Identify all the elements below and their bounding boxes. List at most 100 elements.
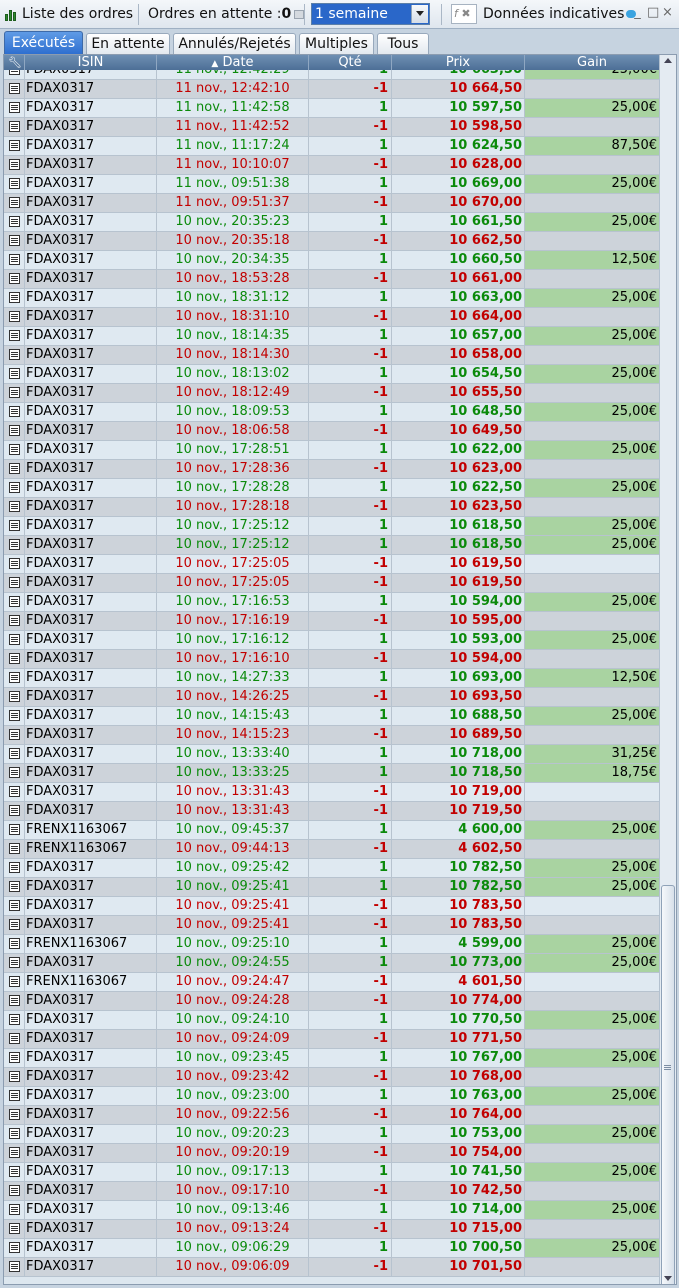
row-detail-cell[interactable]: [4, 289, 25, 307]
row-detail-cell[interactable]: [4, 1049, 25, 1067]
document-icon[interactable]: [9, 1261, 20, 1272]
table-row[interactable]: FDAX0317 10 nov., 14:27:33 1 10 693,00 12,50…: [4, 669, 659, 688]
document-icon[interactable]: [9, 235, 20, 246]
document-icon[interactable]: [9, 1185, 20, 1196]
document-icon[interactable]: [9, 957, 20, 968]
table-row[interactable]: FDAX0317 10 nov., 20:35:18 -1 10 662,50: [4, 232, 659, 251]
maximize-button[interactable]: □: [647, 6, 659, 20]
table-row[interactable]: FDAX0317 10 nov., 14:26:25 -1 10 693,50: [4, 688, 659, 707]
document-icon[interactable]: [9, 710, 20, 721]
row-detail-cell[interactable]: [4, 840, 25, 858]
document-icon[interactable]: [9, 425, 20, 436]
column-header-date[interactable]: ▲ Date: [157, 55, 309, 70]
table-row[interactable]: FDAX0317 10 nov., 18:12:49 -1 10 655,50: [4, 384, 659, 403]
document-icon[interactable]: [9, 292, 20, 303]
document-icon[interactable]: [9, 1109, 20, 1120]
table-row[interactable]: FDAX0317 11 nov., 09:51:38 1 10 669,00 25,00…: [4, 175, 659, 194]
scroll-down-icon[interactable]: [664, 1276, 672, 1281]
document-icon[interactable]: [9, 729, 20, 740]
document-icon[interactable]: [9, 539, 20, 550]
row-detail-cell[interactable]: [4, 99, 25, 117]
table-row[interactable]: FDAX0317 10 nov., 09:23:00 1 10 763,00 25,00…: [4, 1087, 659, 1106]
table-row[interactable]: FDAX0317 11 nov., 10:10:07 -1 10 628,00: [4, 156, 659, 175]
row-detail-cell[interactable]: [4, 498, 25, 516]
table-row[interactable]: FDAX0317 10 nov., 18:06:58 -1 10 649,50: [4, 422, 659, 441]
row-detail-cell[interactable]: [4, 954, 25, 972]
document-icon[interactable]: [9, 1071, 20, 1082]
row-detail-cell[interactable]: [4, 1011, 25, 1029]
row-detail-cell[interactable]: [4, 1182, 25, 1200]
table-row[interactable]: FDAX0317 10 nov., 17:16:12 1 10 593,00 25,00…: [4, 631, 659, 650]
table-row[interactable]: FDAX0317 10 nov., 14:15:23 -1 10 689,50: [4, 726, 659, 745]
table-row[interactable]: FDAX0317 10 nov., 18:09:53 1 10 648,50 25,00…: [4, 403, 659, 422]
row-detail-cell[interactable]: [4, 536, 25, 554]
scroll-up-icon[interactable]: [664, 58, 672, 63]
document-icon[interactable]: [9, 102, 20, 113]
table-row[interactable]: FDAX0317 10 nov., 09:06:29 1 10 700,50 25,00…: [4, 1239, 659, 1258]
row-detail-cell[interactable]: [4, 346, 25, 364]
row-detail-cell[interactable]: [4, 194, 25, 212]
row-detail-cell[interactable]: [4, 327, 25, 345]
row-detail-cell[interactable]: [4, 574, 25, 592]
document-icon[interactable]: [9, 159, 20, 170]
table-row[interactable]: FDAX0317 10 nov., 13:31:43 -1 10 719,50: [4, 802, 659, 821]
formula-icon[interactable]: f ✖: [451, 4, 477, 24]
document-icon[interactable]: [9, 596, 20, 607]
document-icon[interactable]: [9, 767, 20, 778]
table-row[interactable]: FDAX0317 10 nov., 09:23:45 1 10 767,00 25,00…: [4, 1049, 659, 1068]
table-row[interactable]: FDAX0317 10 nov., 17:16:10 -1 10 594,00: [4, 650, 659, 669]
row-detail-cell[interactable]: [4, 745, 25, 763]
row-detail-cell[interactable]: [4, 70, 25, 79]
row-detail-cell[interactable]: [4, 1125, 25, 1143]
row-detail-cell[interactable]: [4, 479, 25, 497]
document-icon[interactable]: [9, 121, 20, 132]
row-detail-cell[interactable]: [4, 1239, 25, 1257]
document-icon[interactable]: [9, 843, 20, 854]
document-icon[interactable]: [9, 786, 20, 797]
column-header-qty[interactable]: Qté: [309, 55, 392, 70]
row-detail-cell[interactable]: [4, 403, 25, 421]
document-icon[interactable]: [9, 577, 20, 588]
column-header-isin[interactable]: ISIN: [25, 55, 157, 70]
table-row[interactable]: FRENX1163067 10 nov., 09:45:37 1 4 600,00 25…: [4, 821, 659, 840]
document-icon[interactable]: [9, 70, 20, 75]
table-row[interactable]: FRENX1163067 10 nov., 09:44:13 -1 4 602,50: [4, 840, 659, 859]
tab-tous[interactable]: Tous: [377, 33, 429, 54]
row-detail-cell[interactable]: [4, 802, 25, 820]
row-detail-cell[interactable]: [4, 973, 25, 991]
table-row[interactable]: FDAX0317 10 nov., 13:31:43 -1 10 719,00: [4, 783, 659, 802]
document-icon[interactable]: [9, 1014, 20, 1025]
column-header-price[interactable]: Prix: [392, 55, 525, 70]
document-icon[interactable]: [9, 995, 20, 1006]
document-icon[interactable]: [9, 83, 20, 94]
document-icon[interactable]: [9, 824, 20, 835]
row-detail-cell[interactable]: [4, 213, 25, 231]
document-icon[interactable]: [9, 444, 20, 455]
table-row[interactable]: FDAX0317 10 nov., 09:20:23 1 10 753,00 25,00…: [4, 1125, 659, 1144]
table-row[interactable]: FDAX0317 11 nov., 11:17:24 1 10 624,50 87,50…: [4, 137, 659, 156]
row-detail-cell[interactable]: [4, 118, 25, 136]
document-icon[interactable]: [9, 520, 20, 531]
row-detail-cell[interactable]: [4, 650, 25, 668]
document-icon[interactable]: [9, 881, 20, 892]
document-icon[interactable]: [9, 1147, 20, 1158]
document-icon[interactable]: [9, 976, 20, 987]
table-row[interactable]: FDAX0317 10 nov., 18:53:28 -1 10 661,00: [4, 270, 659, 289]
table-row[interactable]: FDAX0317 10 nov., 09:13:24 -1 10 715,00: [4, 1220, 659, 1239]
document-icon[interactable]: [9, 197, 20, 208]
column-header-gain[interactable]: Gain: [525, 55, 659, 70]
row-detail-cell[interactable]: [4, 441, 25, 459]
table-row[interactable]: FDAX0317 10 nov., 14:15:43 1 10 688,50 25,00…: [4, 707, 659, 726]
table-row[interactable]: FDAX0317 10 nov., 18:14:30 -1 10 658,00: [4, 346, 659, 365]
table-row[interactable]: FDAX0317 10 nov., 09:22:56 -1 10 764,00: [4, 1106, 659, 1125]
document-icon[interactable]: [9, 1166, 20, 1177]
scrollbar-thumb[interactable]: [661, 885, 675, 1284]
row-detail-cell[interactable]: [4, 232, 25, 250]
table-row[interactable]: FDAX0317 11 nov., 09:51:37 -1 10 670,00: [4, 194, 659, 213]
table-row[interactable]: FDAX0317 10 nov., 18:31:10 -1 10 664,00: [4, 308, 659, 327]
document-icon[interactable]: [9, 672, 20, 683]
table-row[interactable]: FDAX0317 10 nov., 09:25:42 1 10 782,50 25,00…: [4, 859, 659, 878]
chevron-down-icon[interactable]: [411, 5, 428, 23]
document-icon[interactable]: [9, 1090, 20, 1101]
row-detail-cell[interactable]: [4, 1144, 25, 1162]
